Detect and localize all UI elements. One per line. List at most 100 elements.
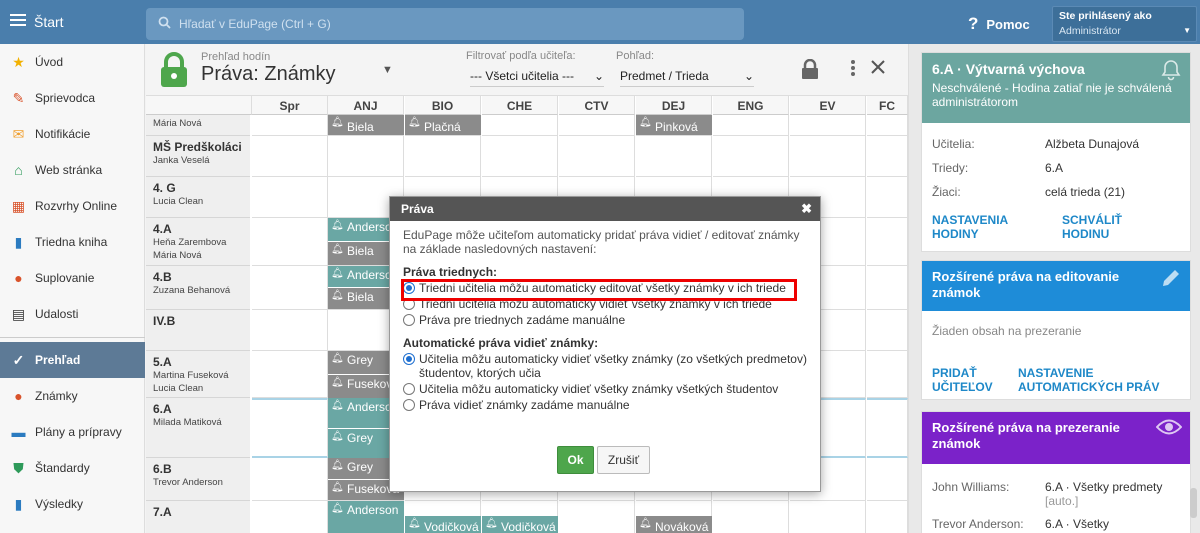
grid-cell[interactable]	[713, 115, 789, 136]
grid-cell[interactable]	[636, 136, 712, 177]
scrollbar-thumb[interactable]	[1190, 488, 1197, 518]
sidebar-item[interactable]: ✉ Notifikácie	[0, 116, 145, 152]
grid-cell[interactable]	[867, 115, 908, 136]
sidebar-item[interactable]: ▮ Triedna kniha	[0, 224, 145, 260]
sidebar-item[interactable]: ★ Úvod	[0, 44, 145, 80]
user-menu[interactable]: Ste prihlásený ako Administrátor ▼	[1052, 6, 1197, 42]
grid-cell[interactable]	[867, 351, 908, 398]
view-rights-row: Trevor Anderson: 6.A · Všetky	[922, 517, 1190, 531]
radio-label: Práva vidieť známky zadáme manuálne	[419, 398, 630, 412]
grid-cell[interactable]	[328, 136, 404, 177]
radio-option-view-manual[interactable]: Práva vidieť známky zadáme manuálne	[403, 398, 807, 412]
sidebar-item[interactable]: ● Známky	[0, 378, 145, 414]
class-row-header[interactable]: 4. G Lucia Clean	[146, 177, 250, 218]
title-dropdown-icon[interactable]: ▼	[382, 64, 393, 76]
teacher-filter-select[interactable]: --- Všetci učitelia --- ⌄	[470, 69, 604, 87]
auto-rights-settings-link[interactable]: NASTAVENIE AUTOMATICKÝCH PRÁV	[1018, 366, 1178, 394]
grid-cell[interactable]	[559, 136, 635, 177]
search-input[interactable]: Hľadať v EduPage (Ctrl + G)	[146, 8, 744, 40]
grid-cell[interactable]	[252, 218, 328, 266]
radio-button[interactable]	[403, 298, 415, 310]
radio-button[interactable]	[403, 353, 415, 365]
sidebar-item[interactable]: ⌂ Web stránka	[0, 152, 145, 188]
grid-cell[interactable]	[252, 351, 328, 398]
sidebar-item[interactable]: ● Suplovanie	[0, 260, 145, 296]
class-row-header[interactable]: 5.A Martina Fuseková Lucia Clean	[146, 351, 250, 398]
radio-option-view-class[interactable]: Triedni učitelia môžu automaticky vidieť…	[403, 297, 807, 311]
radio-button[interactable]	[403, 314, 415, 326]
class-row-header[interactable]: 6.B Trevor Anderson	[146, 458, 250, 501]
class-row-header[interactable]: MŠ Predškoláci Janka Veselá	[146, 136, 250, 177]
radio-button[interactable]	[403, 282, 415, 294]
radio-option-view-all[interactable]: Učitelia môžu automaticky vidieť všetky …	[403, 382, 807, 396]
more-vertical-icon[interactable]	[851, 59, 855, 82]
grid-cell[interactable]	[405, 136, 481, 177]
grid-cell[interactable]	[790, 115, 866, 136]
grid-cell[interactable]	[252, 501, 328, 533]
dialog-close-icon[interactable]: ✖	[801, 201, 812, 217]
lock-toggle-icon[interactable]	[801, 58, 819, 84]
grid-cell[interactable]	[867, 458, 908, 501]
grid-cell[interactable]	[482, 115, 558, 136]
grid-cell[interactable]	[790, 501, 866, 533]
grid-cell[interactable]	[713, 136, 789, 177]
view-select[interactable]: Predmet / Trieda ⌄	[620, 69, 754, 87]
grid-cell[interactable]	[713, 501, 789, 533]
grid-cell[interactable]	[790, 136, 866, 177]
approve-lesson-link[interactable]: SCHVÁLIŤ HODINU	[1062, 213, 1132, 241]
add-teachers-link[interactable]: PRIDAŤ UČITEĽOV	[932, 366, 1007, 394]
grid-cell[interactable]	[867, 501, 908, 533]
class-row-header[interactable]: 7.A	[146, 501, 250, 533]
lesson-card[interactable]: 🔔︎ Pinková	[636, 115, 712, 135]
class-row-header[interactable]: Mária Nová	[146, 115, 250, 136]
class-row-header[interactable]: 4.A Heňa Zarembova Mária Nová	[146, 218, 250, 266]
lesson-card[interactable]: 🔔︎ Plačná	[405, 115, 481, 135]
grid-cell[interactable]	[252, 458, 328, 501]
lesson-card[interactable]: 🔔︎ Vodičková	[482, 516, 558, 533]
class-row-header[interactable]: 4.B Zuzana Behanová	[146, 266, 250, 310]
sidebar-item-label: Výsledky	[35, 497, 84, 511]
ok-button[interactable]: Ok	[557, 446, 594, 474]
sidebar-item[interactable]: ▬ Plány a prípravy	[0, 414, 145, 450]
grid-cell[interactable]	[482, 136, 558, 177]
sidebar-item[interactable]: ▦ Rozvrhy Online	[0, 188, 145, 224]
sidebar-item[interactable]: ✓ Prehľad	[0, 342, 145, 378]
top-bar: Štart Hľadať v EduPage (Ctrl + G) ? Pomo…	[0, 0, 1200, 44]
radio-option-manual-class[interactable]: Práva pre triednych zadáme manuálne	[403, 313, 807, 327]
grid-cell[interactable]	[867, 310, 908, 351]
grid-cell[interactable]	[252, 266, 328, 310]
grid-cell[interactable]	[867, 266, 908, 310]
sidebar-item[interactable]: ⛊ Štandardy	[0, 450, 145, 486]
help-button[interactable]: ? Pomoc	[968, 14, 1030, 34]
grid-cell[interactable]	[252, 136, 328, 177]
sidebar-item[interactable]: ✎ Sprievodca	[0, 80, 145, 116]
sidebar-item[interactable]: ▤ Udalosti	[0, 296, 145, 332]
grid-cell[interactable]	[252, 310, 328, 351]
grid-cell[interactable]	[559, 115, 635, 136]
lesson-card[interactable]: 🔔︎ Anderson	[328, 501, 404, 533]
grid-cell[interactable]	[252, 177, 328, 218]
radio-button[interactable]	[403, 383, 415, 395]
grid-cell[interactable]	[559, 501, 635, 533]
kv-key: John Williams:	[932, 480, 1010, 494]
lesson-settings-link[interactable]: NASTAVENIA HODINY	[932, 213, 1032, 241]
page-title: Práva: Známky	[201, 63, 336, 85]
home-link[interactable]: Štart	[10, 13, 64, 30]
radio-option-edit-class[interactable]: Triedni učitelia môžu automaticky editov…	[403, 281, 807, 295]
lesson-card[interactable]: 🔔︎ Vodičková	[405, 516, 481, 533]
radio-option-view-taught[interactable]: Učitelia môžu automaticky vidieť všetky …	[403, 352, 807, 380]
grid-cell[interactable]	[252, 398, 328, 458]
grid-cell[interactable]	[867, 136, 908, 177]
grid-cell[interactable]	[867, 177, 908, 218]
radio-button[interactable]	[403, 399, 415, 411]
grid-cell[interactable]	[252, 115, 328, 136]
cancel-button[interactable]: Zrušiť	[597, 446, 650, 474]
grid-cell[interactable]	[867, 218, 908, 266]
class-row-header[interactable]: IV.B	[146, 310, 250, 351]
close-icon[interactable]	[870, 59, 886, 80]
lesson-card[interactable]: 🔔︎ Biela	[328, 115, 404, 135]
lesson-card[interactable]: 🔔︎ Nováková	[636, 516, 712, 533]
grid-cell[interactable]	[867, 398, 908, 458]
sidebar-item[interactable]: ▮ Výsledky	[0, 486, 145, 522]
class-row-header[interactable]: 6.A Milada Matiková	[146, 398, 250, 458]
